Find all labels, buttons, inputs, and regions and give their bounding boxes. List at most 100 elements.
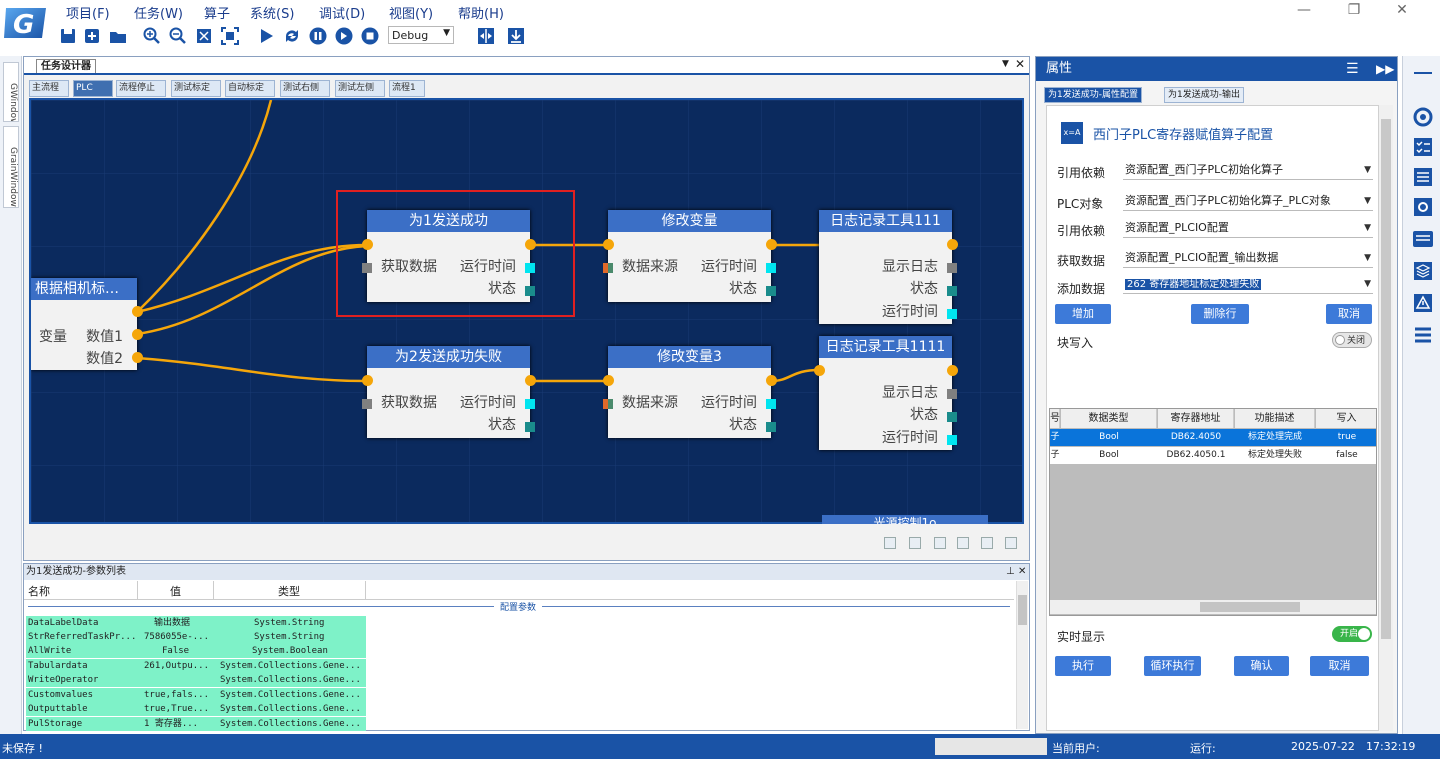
column-type[interactable]: 类型 (278, 583, 300, 599)
stop-icon[interactable] (360, 26, 380, 46)
close-icon[interactable]: ✕ (1018, 564, 1026, 579)
tab-plc[interactable]: PLC (73, 80, 113, 97)
pin-icon[interactable]: ⊥ (1006, 564, 1015, 579)
add-data-select[interactable]: 262 寄存器地址标定处理失败 ▼ (1123, 276, 1373, 294)
clear-icon[interactable] (1005, 537, 1017, 549)
status-port[interactable] (947, 286, 957, 296)
scrollbar-thumb[interactable] (1381, 119, 1391, 639)
tab-test-left[interactable]: 测试左侧 (335, 80, 385, 97)
run-icon[interactable] (256, 26, 276, 46)
zoom-in-icon[interactable] (142, 26, 162, 46)
layers-icon[interactable] (1412, 260, 1434, 282)
confirm-button[interactable]: 确认 (1234, 656, 1289, 676)
paste-icon[interactable] (957, 537, 969, 549)
status-port[interactable] (766, 286, 776, 296)
column-header[interactable]: 寄存器地址 (1158, 409, 1234, 428)
log-port[interactable] (947, 389, 957, 399)
input-port[interactable] (603, 375, 614, 386)
runtime-port[interactable] (766, 263, 776, 273)
reference-dependency-select[interactable]: 资源配置_西门子PLC初始化算子 ▼ (1123, 160, 1373, 180)
input-port[interactable] (603, 239, 614, 250)
column-header[interactable]: 写入 (1316, 409, 1376, 428)
step-icon[interactable] (334, 26, 354, 46)
column-header[interactable]: 号 (1050, 409, 1060, 428)
block-write-toggle[interactable]: 关闭 (1332, 332, 1372, 348)
menu-view[interactable]: 视图(Y) (389, 3, 433, 22)
vertical-scrollbar[interactable] (1016, 581, 1028, 729)
menu-system[interactable]: 系统(S) (250, 3, 294, 22)
scrollbar-thumb[interactable] (1200, 602, 1300, 612)
split-icon[interactable] (476, 26, 496, 46)
runtime-port[interactable] (947, 435, 957, 445)
column-value[interactable]: 值 (170, 583, 181, 599)
download-icon[interactable] (506, 26, 526, 46)
column-name[interactable]: 名称 (28, 583, 50, 599)
minimize-button[interactable]: — (1294, 2, 1314, 20)
node-log-tool-1111[interactable]: 日志记录工具1111 显示日志 状态 运行时间 (819, 336, 952, 450)
menu-help[interactable]: 帮助(H) (458, 3, 504, 22)
param-row[interactable]: WriteOperator System.Collections.Gene... (26, 673, 366, 687)
tab-flow-stop[interactable]: 流程停止 (116, 80, 166, 97)
data-port[interactable] (603, 263, 613, 273)
horizontal-scrollbar[interactable] (1050, 600, 1376, 614)
param-row[interactable]: Customvalues true,fals... System.Collectio… (26, 688, 366, 702)
collapse-icon[interactable]: ▶▶ (1376, 57, 1394, 81)
add-button[interactable]: 增加 (1055, 304, 1111, 324)
zoom-out-icon[interactable] (168, 26, 188, 46)
scrollbar-thumb[interactable] (1018, 595, 1027, 625)
execute-button[interactable]: 执行 (1055, 656, 1111, 676)
output-port[interactable] (947, 239, 958, 250)
status-port[interactable] (766, 422, 776, 432)
output-port[interactable] (132, 329, 143, 340)
menu-operator[interactable]: 算子 (204, 3, 230, 22)
warning-icon[interactable] (1412, 292, 1434, 314)
close-button[interactable]: ✕ (1392, 2, 1412, 20)
log-port[interactable] (947, 263, 957, 273)
dock-tab-grainwindow[interactable]: GrainWindow1 (3, 126, 19, 208)
status-port[interactable] (525, 422, 535, 432)
tab-test-calibration[interactable]: 测试标定 (171, 80, 221, 97)
vertical-scrollbar[interactable] (1379, 105, 1393, 731)
status-port[interactable] (947, 412, 957, 422)
output-port[interactable] (947, 365, 958, 376)
param-row[interactable]: Tabulardata 261,Outpu... System.Collection… (26, 659, 366, 673)
node-modify-variable-3[interactable]: 修改变量3 数据来源 运行时间 状态 (608, 346, 771, 438)
output-port[interactable] (132, 306, 143, 317)
param-row[interactable]: AllWrite False System.Boolean (26, 644, 366, 658)
reference-dependency-2-select[interactable]: 资源配置_PLCIO配置 ▼ (1123, 218, 1373, 238)
copy-icon[interactable] (934, 537, 946, 549)
node-send-fail-2[interactable]: 为2发送成功失败 获取数据 运行时间 状态 (367, 346, 530, 438)
runtime-port[interactable] (525, 399, 535, 409)
tab-auto-calibration[interactable]: 自动标定 (225, 80, 275, 97)
menu-task[interactable]: 任务(W) (134, 3, 183, 22)
cancel-button[interactable]: 取消 (1310, 656, 1369, 676)
loop-run-icon[interactable] (282, 26, 302, 46)
loop-execute-button[interactable]: 循环执行 (1144, 656, 1201, 676)
designer-title-tab[interactable]: 任务设计器 (36, 59, 96, 73)
align-center-icon[interactable] (909, 537, 921, 549)
get-data-select[interactable]: 资源配置_PLCIO配置_输出数据 ▼ (1123, 248, 1373, 268)
dock-tab-gwindow[interactable]: GWindow (3, 62, 19, 122)
checklist-icon[interactable] (1412, 136, 1434, 158)
menu-debug[interactable]: 调试(D) (319, 3, 365, 22)
dropdown-icon[interactable]: ▼ (1002, 59, 1009, 69)
output-port[interactable] (766, 239, 777, 250)
open-folder-icon[interactable] (108, 26, 128, 46)
pause-icon[interactable] (308, 26, 328, 46)
gear-box-icon[interactable] (1412, 196, 1434, 218)
param-row[interactable]: Outputtable true,True... System.Collection… (26, 702, 366, 716)
list-icon[interactable] (1412, 166, 1434, 188)
data-port[interactable] (603, 399, 613, 409)
delete-icon[interactable] (981, 537, 993, 549)
panel-icon[interactable] (1412, 228, 1434, 250)
menu-project[interactable]: 项目(F) (66, 3, 110, 22)
tab-property-config[interactable]: 为1发送成功-属性配置 (1044, 87, 1142, 103)
output-port[interactable] (525, 375, 536, 386)
runtime-port[interactable] (947, 309, 957, 319)
column-header[interactable]: 功能描述 (1235, 409, 1315, 428)
tab-flow1[interactable]: 流程1 (389, 80, 425, 97)
plc-object-select[interactable]: 资源配置_西门子PLC初始化算子_PLC对象 ▼ (1123, 191, 1373, 211)
table-row[interactable]: 子 Bool DB62.4050.1 标定处理失败 false (1050, 447, 1376, 464)
restore-button[interactable]: ❐ (1344, 2, 1364, 20)
save-icon[interactable] (58, 26, 78, 46)
